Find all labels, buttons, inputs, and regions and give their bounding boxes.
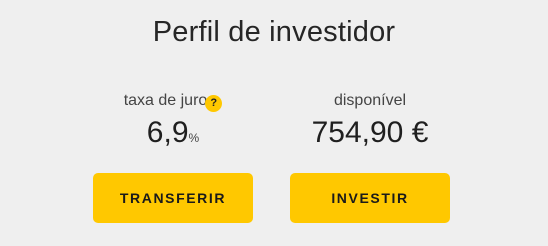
- interest-rate-value-row: 6,9%: [93, 116, 253, 155]
- interest-rate-stat: taxa de juro ? 6,9%: [93, 90, 253, 155]
- available-balance-stat: disponível 754,90 €: [290, 90, 450, 150]
- help-icon[interactable]: ?: [205, 94, 223, 112]
- available-balance-value: 754,90 €: [311, 116, 429, 149]
- interest-rate-label-row: taxa de juro ?: [124, 90, 223, 112]
- transfer-button[interactable]: TRANSFERIR: [93, 173, 253, 223]
- page-title: Perfil de investidor: [152, 16, 396, 48]
- percent-unit: %: [188, 131, 200, 145]
- invest-button[interactable]: INVESTIR: [290, 173, 450, 223]
- interest-rate-label: taxa de juro: [123, 92, 208, 109]
- interest-rate-value: 6,9: [146, 116, 189, 149]
- available-label: disponível: [333, 92, 407, 109]
